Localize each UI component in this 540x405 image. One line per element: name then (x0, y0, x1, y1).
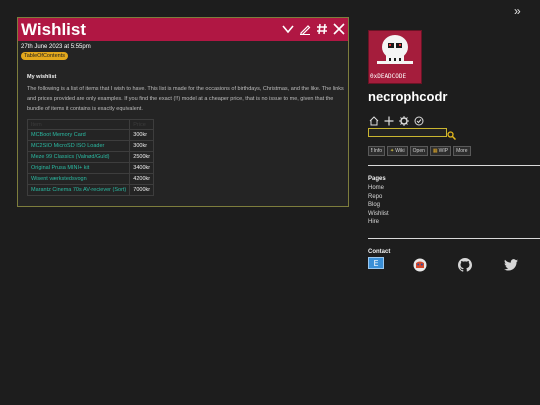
post-card: Wishlist 27th June 2023 at 5:55pm TableO… (17, 17, 349, 207)
wip-badge-label: WIP (438, 148, 449, 154)
home-icon[interactable] (368, 115, 379, 126)
post-body: My wishlist The following is a list of i… (27, 74, 345, 114)
info-badge-label: Info (373, 148, 383, 154)
item-link[interactable]: Original Prusa MINI+ kit (26, 162, 131, 174)
post-date: 27th June 2023 at 5:55pm (21, 44, 91, 50)
search-icon[interactable] (447, 127, 457, 145)
item-link[interactable]: MC2SIO MicroSD ISO Loader (26, 140, 131, 152)
item-link[interactable]: Meze 99 Classics (Valnød/Guld) (26, 151, 131, 163)
check-circle-icon[interactable] (413, 115, 424, 126)
page-link-home[interactable]: Home (368, 184, 389, 193)
column-header-item: Item (26, 119, 131, 130)
plus-icon[interactable] (383, 115, 394, 126)
item-link[interactable]: MCBoot Memory Card (26, 129, 131, 141)
wishlist-table: Item Price MCBoot Memory Card 300kr MC2S… (26, 119, 155, 196)
more-badge-label: More (456, 148, 468, 154)
item-price: 7000kr (129, 184, 155, 196)
item-link[interactable]: Wisent værkstedsvogn (26, 173, 131, 185)
info-badge[interactable]: ! Info (368, 146, 386, 156)
open-badge-label: Open (412, 148, 425, 154)
table-row: Meze 99 Classics (Valnød/Guld) 2500kr (26, 151, 155, 163)
item-price: 4200kr (129, 173, 155, 185)
table-row: MCBoot Memory Card 300kr (26, 129, 155, 141)
svg-text:E: E (373, 259, 378, 268)
table-row: Original Prusa MINI+ kit 3400kr (26, 162, 155, 174)
edit-icon[interactable] (298, 21, 312, 37)
badge-bar: ! Info ✦ Wiki Open ▦ WIP More (368, 146, 471, 156)
wiki-icon: ✦ (390, 148, 395, 154)
site-name[interactable]: necrophcodr (368, 89, 447, 104)
body-text: The following is a list of items that I … (27, 86, 344, 112)
item-price: 2500kr (129, 151, 155, 163)
divider (368, 238, 540, 239)
info-icon: ! (371, 148, 373, 154)
twitter-icon[interactable] (504, 259, 518, 271)
column-header-price: Price (129, 119, 155, 130)
item-price: 300kr (129, 140, 155, 152)
open-badge[interactable]: Open (409, 146, 428, 156)
chevron-down-icon[interactable] (281, 21, 295, 37)
wiki-badge-label: Wiki (395, 148, 405, 154)
search-input[interactable] (368, 128, 447, 137)
sidebar-toolbar (368, 115, 424, 126)
post-toolbar (281, 21, 346, 37)
avatar-caption: 0xDEADCODE (370, 73, 407, 80)
post-header: Wishlist (18, 18, 348, 41)
tag-badge[interactable]: TableOfContents (21, 52, 68, 60)
avatar: 0xDEADCODE (368, 30, 422, 84)
page-link-hire[interactable]: Hire (368, 218, 389, 227)
email-icon[interactable]: E (368, 257, 384, 269)
pages-heading: Pages (368, 176, 386, 182)
hash-icon[interactable] (315, 21, 329, 37)
table-row: Marantz Cinema 70s AV-reciever (Sort) 70… (26, 184, 155, 196)
wip-badge[interactable]: ▦ WIP (429, 146, 452, 156)
page-link-wishlist[interactable]: Wishlist (368, 210, 389, 219)
more-badge[interactable]: More (453, 146, 471, 156)
pages-list: Home Repo Blog Wishlist Hire (368, 184, 389, 227)
page-title: Wishlist (21, 20, 87, 39)
mastodon-icon[interactable] (413, 258, 427, 272)
close-icon[interactable] (332, 21, 346, 37)
table-row: MC2SIO MicroSD ISO Loader 300kr (26, 140, 155, 152)
wip-icon: ▦ (432, 148, 438, 154)
expand-sidebar-icon[interactable]: » (514, 4, 521, 18)
table-row: Wisent værkstedsvogn 4200kr (26, 173, 155, 185)
wiki-badge[interactable]: ✦ Wiki (387, 146, 408, 156)
divider (368, 165, 540, 166)
gear-icon[interactable] (398, 115, 409, 126)
table-header-row: Item Price (26, 119, 155, 130)
github-icon[interactable] (458, 258, 472, 272)
item-price: 300kr (129, 129, 155, 141)
item-link[interactable]: Marantz Cinema 70s AV-reciever (Sort) (26, 184, 131, 196)
item-price: 3400kr (129, 162, 155, 174)
page-link-blog[interactable]: Blog (368, 201, 389, 210)
section-heading: My wishlist (27, 74, 57, 80)
page-link-repo[interactable]: Repo (368, 193, 389, 202)
skull-logo-icon (377, 35, 413, 64)
contact-heading: Contact (368, 249, 391, 255)
